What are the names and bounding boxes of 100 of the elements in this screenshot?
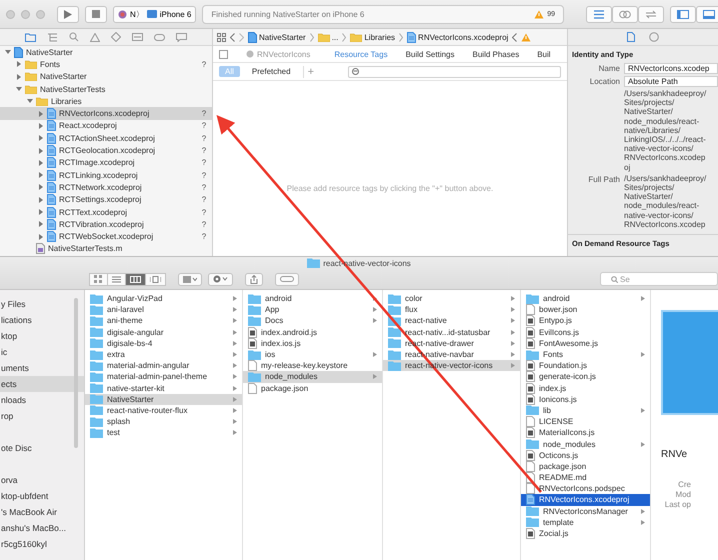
debug-area-toggle-button[interactable]: [696, 6, 718, 22]
disclosure-triangle-icon[interactable]: [38, 122, 44, 129]
disclosure-triangle-icon[interactable]: [16, 74, 22, 80]
sidebar-item[interactable]: rop: [0, 408, 84, 424]
sidebar-item[interactable]: nloads: [0, 392, 84, 408]
file-item[interactable]: bower.json: [521, 304, 650, 316]
editor-tab[interactable]: Buil: [537, 50, 551, 58]
file-item[interactable]: EvilIcons.js: [521, 326, 650, 338]
file-item[interactable]: FontAwesome.js: [521, 338, 650, 349]
diamond-icon[interactable]: [111, 32, 121, 42]
sidebar-item[interactable]: ic: [0, 344, 84, 360]
file-item[interactable]: splash: [85, 416, 242, 428]
file-tree-item[interactable]: NativeStarter: [0, 46, 212, 58]
breadcrumb-item[interactable]: ...: [318, 32, 338, 42]
file-item[interactable]: digisale-bs-4: [85, 338, 242, 349]
file-item[interactable]: Entypo.js: [521, 315, 650, 327]
file-tree-item[interactable]: RCTVibration.xcodeproj ?: [0, 218, 212, 230]
file-item[interactable]: README.md: [521, 472, 650, 484]
file-tree-item[interactable]: Libraries: [0, 95, 212, 108]
disclosure-triangle-icon[interactable]: [38, 184, 44, 190]
file-tree-item[interactable]: NativeStarterTests.m: [0, 242, 212, 256]
forward-chevron-icon[interactable]: [239, 32, 244, 42]
file-item[interactable]: react-native: [383, 315, 520, 327]
column-view-button[interactable]: [125, 272, 146, 286]
file-item[interactable]: Zocial.js: [521, 528, 650, 540]
file-item[interactable]: RNVectorIconsManager: [521, 506, 650, 517]
file-item[interactable]: node_modules: [243, 371, 382, 382]
file-tree-item[interactable]: RCTWebSocket.xcodeproj ?: [0, 230, 212, 243]
sidebar-item[interactable]: uments: [0, 360, 84, 376]
disclosure-triangle-icon[interactable]: [5, 49, 11, 56]
folder-icon[interactable]: [25, 32, 36, 42]
sidebar-item[interactable]: ktop: [0, 328, 84, 344]
sidebar-item[interactable]: anshu's MacBo...: [0, 520, 84, 536]
file-item[interactable]: MaterialIcons.js: [521, 427, 650, 438]
search-icon[interactable]: [69, 32, 79, 42]
file-item[interactable]: android: [521, 293, 650, 304]
disclosure-triangle-icon[interactable]: [38, 135, 44, 142]
file-item[interactable]: package.json: [521, 460, 650, 472]
file-item[interactable]: index.android.js: [243, 326, 382, 338]
stop-button[interactable]: [85, 6, 107, 22]
tag-button[interactable]: [275, 272, 299, 286]
file-item[interactable]: digisale-angular: [85, 326, 242, 338]
file-item[interactable]: RNVectorIcons.podspec: [521, 483, 650, 494]
disclosure-triangle-icon[interactable]: [38, 160, 44, 166]
file-item[interactable]: Foundation.js: [521, 360, 650, 372]
file-item[interactable]: Ionicons.js: [521, 394, 650, 405]
help-icon[interactable]: [649, 32, 659, 42]
file-item[interactable]: index.js: [521, 382, 650, 394]
file-tree-item[interactable]: React.xcodeproj ?: [0, 120, 212, 132]
file-item[interactable]: LICENSE: [521, 416, 650, 428]
disclosure-triangle-icon[interactable]: [38, 209, 44, 215]
share-button[interactable]: [245, 272, 263, 286]
hierarchy-icon[interactable]: [47, 32, 58, 42]
breadcrumb-item[interactable]: NativeStarter: [248, 32, 306, 42]
file-item[interactable]: Octicons.js: [521, 450, 650, 461]
file-item[interactable]: flux: [383, 304, 520, 316]
breadcrumb-item[interactable]: RNVectorIcons.xcodeproj: [407, 32, 508, 42]
file-item[interactable]: material-admin-panel-theme: [85, 371, 242, 382]
action-dropdown[interactable]: [208, 272, 233, 286]
file-inspector-icon[interactable]: [627, 32, 635, 42]
file-tree-item[interactable]: Fonts ?: [0, 58, 212, 71]
file-item[interactable]: Docs: [243, 315, 382, 327]
file-tree-item[interactable]: NativeStarter: [0, 70, 212, 83]
tag-icon[interactable]: [154, 34, 165, 40]
file-item[interactable]: ios: [243, 348, 382, 360]
disclosure-triangle-icon[interactable]: [16, 61, 22, 68]
file-tree-item[interactable]: RCTGeolocation.xcodeproj ?: [0, 144, 212, 157]
warning-outline-icon[interactable]: [90, 32, 100, 42]
file-tree-item[interactable]: RNVectorIcons.xcodeproj ?: [0, 107, 212, 120]
file-item[interactable]: color: [383, 293, 520, 304]
sidebar-item[interactable]: lications: [0, 312, 84, 328]
navigator-toggle-button[interactable]: [670, 6, 696, 22]
file-item[interactable]: template: [521, 516, 650, 528]
back-chevron-icon[interactable]: [512, 32, 518, 42]
disclosure-triangle-icon[interactable]: [27, 98, 33, 104]
file-item[interactable]: ani-theme: [85, 315, 242, 327]
standard-editor-button[interactable]: [586, 6, 612, 22]
arrange-dropdown[interactable]: [178, 272, 202, 286]
disclosure-triangle-icon[interactable]: [38, 110, 44, 117]
file-item[interactable]: react-nativ...id-statusbar: [383, 326, 520, 338]
disclosure-triangle-icon[interactable]: [38, 148, 44, 154]
disclosure-triangle-icon[interactable]: [38, 196, 44, 203]
filter-tab[interactable]: Prefetched: [246, 66, 297, 77]
sidebar-item[interactable]: y Files: [0, 296, 84, 312]
file-tree-item[interactable]: RCTActionSheet.xcodeproj ?: [0, 132, 212, 144]
file-item[interactable]: lib: [521, 404, 650, 416]
sidebar-item[interactable]: 's MacBook Air: [0, 504, 84, 520]
file-item[interactable]: NativeStarter: [85, 394, 242, 405]
file-item[interactable]: my-release-key.keystore: [243, 360, 382, 372]
icon-view-button[interactable]: [89, 272, 108, 286]
disclosure-triangle-icon[interactable]: [38, 221, 44, 228]
scrollbar[interactable]: [74, 298, 78, 448]
disclosure-triangle-icon[interactable]: [16, 86, 22, 92]
name-field[interactable]: RNVectorIcons.xcodep: [624, 63, 718, 74]
scheme-selector[interactable]: N〉 iPhone 6: [113, 6, 196, 22]
file-tree-item[interactable]: RCTLinking.xcodeproj ?: [0, 168, 212, 182]
back-chevron-icon[interactable]: [230, 32, 235, 42]
file-item[interactable]: index.ios.js: [243, 338, 382, 349]
file-item[interactable]: node_modules: [521, 438, 650, 450]
file-item[interactable]: generate-icon.js: [521, 371, 650, 382]
